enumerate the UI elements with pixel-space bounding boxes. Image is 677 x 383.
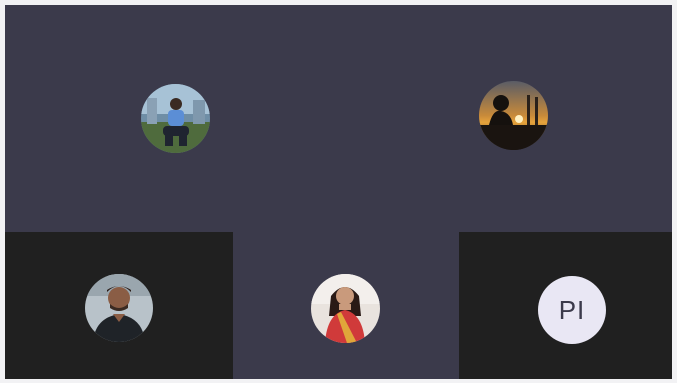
avatar-photo-sunset-silhouette	[479, 81, 548, 150]
participant-tile-1[interactable]	[5, 5, 340, 232]
participant-avatar-3	[85, 274, 153, 342]
participant-tile-3[interactable]	[5, 232, 233, 379]
participant-tile-4[interactable]	[233, 232, 459, 379]
avatar-photo-man-dark-shirt	[85, 274, 153, 342]
participant-tile-2[interactable]	[340, 5, 672, 232]
participant-avatar-4	[311, 274, 380, 343]
avatar-photo-man-sitting	[141, 84, 210, 153]
avatar-photo-woman-saree	[311, 274, 380, 343]
participant-initials-avatar: PI	[538, 276, 606, 344]
meeting-video-grid: PI	[0, 0, 677, 383]
participant-tile-5[interactable]: PI	[459, 232, 672, 379]
participant-avatar-2	[479, 81, 548, 150]
participant-avatar-1	[141, 84, 210, 153]
